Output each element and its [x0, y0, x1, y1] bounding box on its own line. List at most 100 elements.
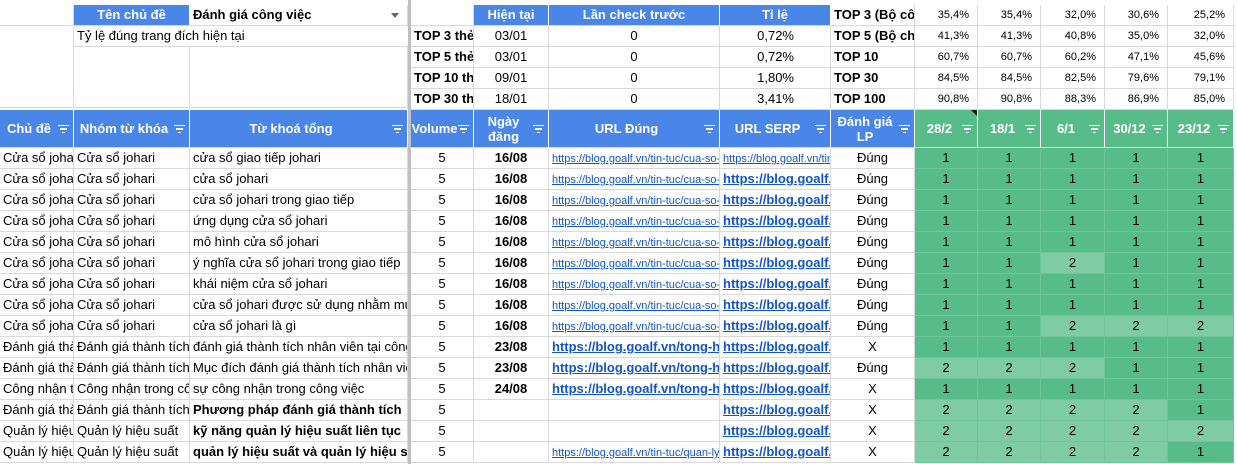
cell-nhom-tu-khoa[interactable]: Đánh giá thành tích: [74, 358, 190, 379]
filter-icon[interactable]: [173, 124, 185, 134]
url-serp-link[interactable]: https://blog.goalf.vn: [723, 381, 830, 396]
cell-nhom-tu-khoa[interactable]: Cửa sổ johari: [74, 274, 190, 295]
url-dung-link[interactable]: https://blog.goalf.vn/tong-hop: [552, 339, 719, 354]
cell-url-dung[interactable]: https://blog.goalf.vn/tong-hop: [549, 337, 720, 358]
summary-prev[interactable]: 0: [549, 68, 720, 89]
stat-value[interactable]: 60,7%: [978, 47, 1041, 68]
cell-url-serp[interactable]: https://blog.goalf.vn/tin-tuc: [720, 169, 831, 190]
cell-rank[interactable]: 2: [1041, 358, 1105, 379]
cell-chu-de[interactable]: Công nhận trong công việc: [0, 379, 74, 400]
cell-rank[interactable]: 2: [1041, 442, 1105, 463]
cell-rank[interactable]: 1: [1168, 400, 1234, 421]
cell-nhom-tu-khoa[interactable]: Quản lý hiệu suất: [74, 442, 190, 463]
cell-danh-gia-lp[interactable]: X: [831, 337, 915, 358]
cell-url-serp[interactable]: https://blog.goalf.vn/tin-tuc: [720, 316, 831, 337]
empty-cell[interactable]: [0, 5, 74, 26]
url-dung-link[interactable]: https://blog.goalf.vn/tin-tuc/cua-so-joh…: [552, 321, 719, 333]
cell-volume[interactable]: 5: [411, 274, 474, 295]
cell-danh-gia-lp[interactable]: Đúng: [831, 232, 915, 253]
url-serp-link[interactable]: https://blog.goalf.vn: [723, 402, 830, 417]
filter-icon[interactable]: [1151, 124, 1163, 134]
cell-rank[interactable]: 1: [915, 295, 978, 316]
cell-rank[interactable]: 1: [1168, 358, 1234, 379]
cell-rank[interactable]: 1: [915, 253, 978, 274]
cell-ngay-dang[interactable]: 16/08: [474, 274, 549, 295]
cell-ngay-dang[interactable]: [474, 421, 549, 442]
url-dung-link[interactable]: https://blog.goalf.vn/tong-hop: [552, 360, 719, 375]
cell-danh-gia-lp[interactable]: Đúng: [831, 169, 915, 190]
cell-ngay-dang[interactable]: [474, 400, 549, 421]
cell-nhom-tu-khoa[interactable]: Cửa sổ johari: [74, 148, 190, 169]
cell-rank[interactable]: 1: [978, 295, 1041, 316]
cell-rank[interactable]: 1: [1041, 337, 1105, 358]
header-url-dung[interactable]: URL Đúng: [549, 110, 720, 148]
cell-url-dung[interactable]: https://blog.goalf.vn/tin-tuc/cua-so-joh…: [549, 316, 720, 337]
cell-rank[interactable]: 1: [1168, 274, 1234, 295]
url-serp-link[interactable]: https://blog.goalf.vn: [723, 339, 830, 354]
cell-rank[interactable]: 1: [1168, 379, 1234, 400]
cell-url-dung[interactable]: [549, 421, 720, 442]
url-dung-link[interactable]: https://blog.goalf.vn/tin-tuc/cua-so-joh…: [552, 279, 719, 291]
cell-rank[interactable]: 1: [1168, 337, 1234, 358]
url-serp-link[interactable]: https://blog.goalf.vn/tin-tuc: [723, 192, 830, 207]
cell-ngay-dang[interactable]: 16/08: [474, 295, 549, 316]
url-serp-link[interactable]: https://blog.goalf.vn/tin-tuc: [723, 255, 830, 270]
cell-rank[interactable]: 1: [978, 211, 1041, 232]
cell-rank[interactable]: 1: [978, 274, 1041, 295]
cell-rank[interactable]: 1: [1168, 253, 1234, 274]
cell-danh-gia-lp[interactable]: Đúng: [831, 274, 915, 295]
header-ngay-dang[interactable]: Ngày đăng: [474, 110, 549, 148]
header-url-serp[interactable]: URL SERP: [720, 110, 831, 148]
cell-rank[interactable]: 1: [1105, 295, 1168, 316]
cell-ngay-dang[interactable]: 16/08: [474, 190, 549, 211]
cell-rank[interactable]: 1: [1105, 169, 1168, 190]
cell-url-serp[interactable]: https://blog.goalf.vn: [720, 358, 831, 379]
cell-rank[interactable]: 1: [915, 337, 978, 358]
cell-url-dung[interactable]: https://blog.goalf.vn/tin-tuc/quan-ly: [549, 442, 720, 463]
stat-value[interactable]: 79,1%: [1168, 68, 1234, 89]
cell-tu-khoa[interactable]: quản lý hiệu suất và quản lý hiệu suất: [190, 442, 408, 463]
cell-rank[interactable]: 2: [915, 442, 978, 463]
filter-icon[interactable]: [814, 124, 826, 134]
stat-value[interactable]: 41,3%: [978, 26, 1041, 47]
cell-rank[interactable]: 1: [1041, 148, 1105, 169]
chevron-down-icon[interactable]: [391, 13, 399, 18]
stat-value[interactable]: 25,2%: [1168, 5, 1234, 26]
stat-value[interactable]: 32,0%: [1168, 26, 1234, 47]
cell-danh-gia-lp[interactable]: X: [831, 421, 915, 442]
header-date[interactable]: 30/12: [1105, 110, 1168, 148]
cell-rank[interactable]: 1: [1041, 274, 1105, 295]
cell-url-serp[interactable]: https://blog.goalf.vn/tin-tuc: [720, 232, 831, 253]
cell-rank[interactable]: 1: [1041, 295, 1105, 316]
summary-ratio[interactable]: 3,41%: [720, 89, 831, 110]
cell-url-serp[interactable]: https://blog.goalf.vn: [720, 379, 831, 400]
summary-current[interactable]: 18/01: [474, 89, 549, 110]
cell-nhom-tu-khoa[interactable]: Đánh giá thành tích: [74, 400, 190, 421]
cell-rank[interactable]: 2: [978, 358, 1041, 379]
summary-current[interactable]: 03/01: [474, 47, 549, 68]
url-dung-link[interactable]: https://blog.goalf.vn/tin-tuc/cua-so-joh…: [552, 195, 719, 207]
filter-icon[interactable]: [1088, 124, 1100, 134]
cell-url-dung[interactable]: https://blog.goalf.vn/tin-tuc/cua-so-joh…: [549, 295, 720, 316]
cell-tu-khoa[interactable]: cửa sổ johari được sử dụng nhằm mục đích: [190, 295, 408, 316]
cell-url-serp[interactable]: https://blog.goalf.vn: [720, 337, 831, 358]
cell-url-dung[interactable]: https://blog.goalf.vn/tin-tuc/cua-so-joh…: [549, 211, 720, 232]
cell-danh-gia-lp[interactable]: Đúng: [831, 148, 915, 169]
header-date[interactable]: 23/12: [1168, 110, 1234, 148]
stat-value[interactable]: 90,8%: [915, 89, 978, 110]
cell-rank[interactable]: 2: [1105, 421, 1168, 442]
cell-rank[interactable]: 2: [1041, 421, 1105, 442]
summary-ratio[interactable]: 0,72%: [720, 47, 831, 68]
cell-url-serp[interactable]: https://blog.goalf.vn: [720, 442, 831, 463]
cell-tu-khoa[interactable]: đánh giá thành tích nhân viên tại công t…: [190, 337, 408, 358]
filter-icon[interactable]: [703, 124, 715, 134]
cell-url-dung[interactable]: https://blog.goalf.vn/tong-hop: [549, 358, 720, 379]
cell-volume[interactable]: 5: [411, 337, 474, 358]
cell-danh-gia-lp[interactable]: Đúng: [831, 316, 915, 337]
cell-danh-gia-lp[interactable]: Đúng: [831, 358, 915, 379]
cell-rank[interactable]: 2: [1105, 316, 1168, 337]
cell-tu-khoa[interactable]: Mục đích đánh giá thành tích nhân viên: [190, 358, 408, 379]
cell-url-serp[interactable]: https://blog.goalf.vn/tin-tuc: [720, 274, 831, 295]
cell-rank[interactable]: 1: [915, 274, 978, 295]
cell-volume[interactable]: 5: [411, 295, 474, 316]
